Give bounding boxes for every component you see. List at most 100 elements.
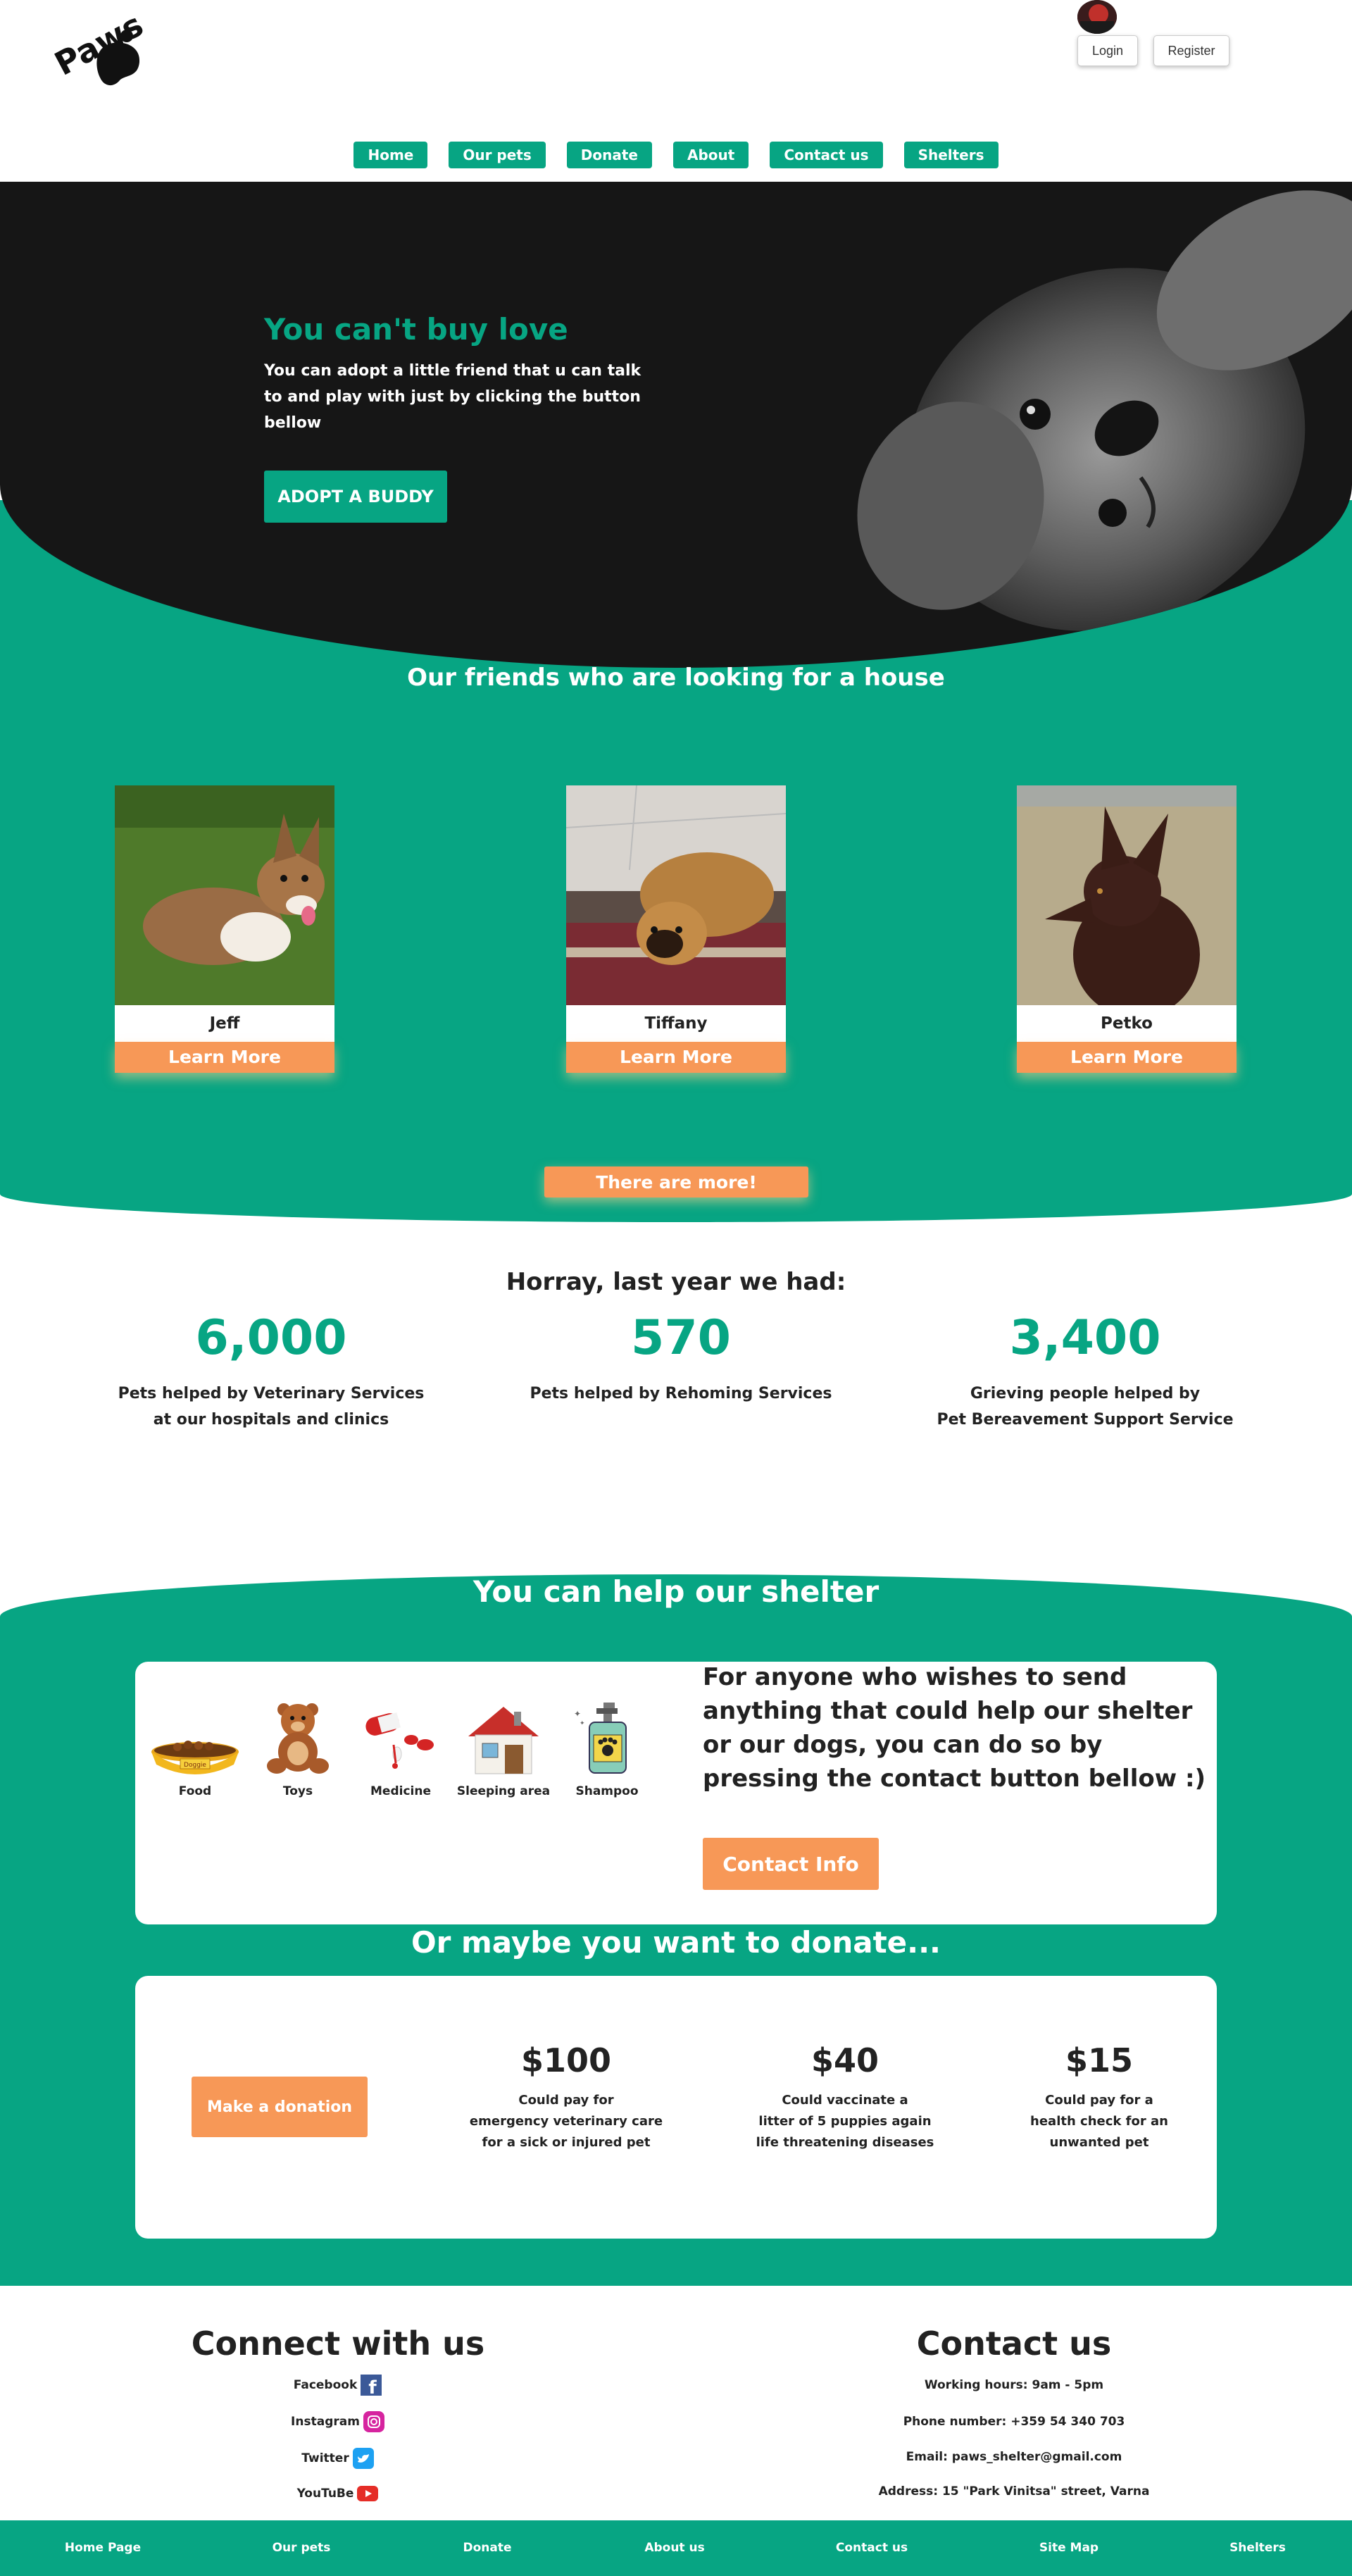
pet-photo-petko	[1017, 785, 1237, 1018]
twitter-icon	[352, 2447, 375, 2470]
pet-name: Petko	[1017, 1005, 1237, 1042]
donation-tier-40: $40 Could vaccinate a litter of 5 puppie…	[739, 2039, 951, 2153]
tier-line: unwanted pet	[1049, 2135, 1149, 2150]
nav-donate[interactable]: Donate	[566, 142, 652, 168]
learn-more-button[interactable]: Learn More	[566, 1042, 786, 1073]
working-hours: Working hours: 9am - 5pm	[924, 2378, 1104, 2392]
user-avatar[interactable]	[1077, 0, 1117, 34]
register-button[interactable]: Register	[1153, 35, 1229, 66]
stat-value: 6,000	[195, 1310, 347, 1366]
facebook-icon: f	[360, 2374, 382, 2396]
pet-photo-tiffany	[565, 785, 787, 1005]
youtube-icon	[356, 2482, 379, 2505]
food-bowl-sign: Doggie	[184, 1762, 206, 1769]
main-nav: Home Our pets Donate About Contact us Sh…	[0, 142, 1352, 168]
nav-our-pets[interactable]: Our pets	[449, 142, 546, 168]
hero-subtitle: You can adopt a little friend that u can…	[264, 362, 641, 432]
svg-text:✦: ✦	[580, 1720, 585, 1727]
item-label: Toys	[282, 1784, 313, 1798]
social-label: YouTuBe	[296, 2487, 354, 2501]
footer: Home Page Our pets Donate About us Conta…	[0, 2520, 1352, 2576]
pet-card-tiffany: Tiffany Learn More	[565, 785, 787, 1073]
item-medicine: Medicine	[351, 1701, 450, 1798]
tier-amount: $15	[1065, 2041, 1134, 2079]
make-donation-button[interactable]: Make a donation	[192, 2077, 368, 2137]
stat-veterinary: 6,000 Pets helped by Veterinary Services…	[109, 1309, 433, 1433]
facebook-link[interactable]: Facebook f	[211, 2372, 465, 2398]
connect-title: Connect with us	[191, 2325, 485, 2363]
page: Paws Login Register Home Our pets Donate…	[0, 0, 1352, 2576]
paws-logo[interactable]: Paws	[49, 4, 149, 92]
stat-line: Pets helped by Rehoming Services	[530, 1385, 832, 1402]
footer-home-page[interactable]: Home Page	[32, 2520, 173, 2576]
street-address: Address: 15 "Park Vinitsa" street, Varna	[878, 2484, 1150, 2499]
tier-amount: $100	[520, 2041, 612, 2079]
social-label: Facebook	[293, 2378, 358, 2392]
hero-dog-image	[831, 182, 1352, 668]
donate-title: Or maybe you want to donate...	[411, 1925, 941, 1960]
item-label: Food	[178, 1784, 212, 1798]
pet-name: Tiffany	[566, 1005, 786, 1042]
item-label: Medicine	[370, 1784, 431, 1798]
nav-home[interactable]: Home	[353, 142, 428, 168]
footer-about-us[interactable]: About us	[604, 2520, 745, 2576]
nav-shelters[interactable]: Shelters	[903, 142, 999, 168]
pet-card-jeff: Jeff Learn More	[115, 785, 334, 1073]
learn-more-button[interactable]: Learn More	[115, 1042, 334, 1073]
tier-line: Could pay for a	[1045, 2093, 1153, 2108]
tier-description: Could vaccinate a litter of 5 puppies ag…	[739, 2090, 951, 2153]
svg-text:✦: ✦	[574, 1709, 581, 1719]
contact-title: Contact us	[916, 2325, 1112, 2363]
tier-line: Could vaccinate a	[782, 2093, 908, 2108]
stat-value: 3,400	[1009, 1310, 1161, 1366]
stat-bereavement: 3,400 Grieving people helped by Pet Bere…	[923, 1309, 1247, 1433]
learn-more-button[interactable]: Learn More	[1017, 1042, 1237, 1073]
tier-line: life threatening diseases	[756, 2135, 934, 2150]
dog-house-icon	[468, 1707, 539, 1774]
nav-contact-us[interactable]: Contact us	[770, 142, 883, 168]
hero-title: You can't buy love	[264, 312, 568, 347]
shampoo-icon: ✦ ✦	[574, 1703, 627, 1774]
medicine-icon	[365, 1712, 434, 1769]
footer-contact-us[interactable]: Contact us	[801, 2520, 942, 2576]
stat-description: Pets helped by Rehoming Services	[519, 1381, 843, 1407]
contact-info-button[interactable]: Contact Info	[703, 1838, 879, 1890]
social-label: Instagram	[291, 2415, 360, 2429]
stats-title: Horray, last year we had:	[506, 1268, 846, 1296]
stat-description: Grieving people helped by Pet Bereavemen…	[923, 1381, 1247, 1433]
hero-banner: You can't buy love You can adopt a littl…	[0, 182, 1352, 668]
tier-description: Could pay for a health check for an unwa…	[994, 2090, 1205, 2153]
youtube-link[interactable]: YouTuBe	[211, 2481, 465, 2506]
stat-description: Pets helped by Veterinary Services at ou…	[109, 1381, 433, 1433]
adopt-buddy-button[interactable]: ADOPT A BUDDY	[264, 471, 447, 523]
footer-donate[interactable]: Donate	[417, 2520, 558, 2576]
tier-line: for a sick or injured pet	[482, 2135, 651, 2150]
footer-shelters[interactable]: Shelters	[1187, 2520, 1328, 2576]
footer-site-map[interactable]: Site Map	[999, 2520, 1139, 2576]
item-shampoo: ✦ ✦ Shampoo	[558, 1701, 656, 1798]
help-title: You can help our shelter	[472, 1574, 880, 1609]
tier-line: Could pay for	[518, 2093, 614, 2108]
social-label: Twitter	[301, 2451, 349, 2465]
pet-card-petko: Petko Learn More	[1017, 785, 1237, 1073]
twitter-link[interactable]: Twitter	[211, 2446, 465, 2471]
stat-value: 570	[631, 1310, 731, 1366]
instagram-link[interactable]: Instagram	[211, 2409, 465, 2434]
email-address[interactable]: Email: paws_shelter@gmail.com	[803, 2444, 1225, 2470]
tier-amount: $40	[810, 2041, 880, 2079]
tier-description: Could pay for emergency veterinary care …	[461, 2090, 672, 2153]
stat-line: Pet Bereavement Support Service	[937, 1411, 1234, 1429]
pet-name: Jeff	[115, 1005, 334, 1042]
login-button[interactable]: Login	[1077, 35, 1138, 66]
tier-line: health check for an	[1030, 2114, 1168, 2129]
item-food: Doggie Food	[146, 1701, 244, 1798]
more-pets-button[interactable]: There are more!	[544, 1166, 808, 1197]
teddy-bear-icon	[267, 1703, 329, 1774]
help-text: For anyone who wishes to send anything t…	[703, 1663, 1206, 1793]
svg-text:f: f	[369, 2377, 377, 2396]
friends-title: Our friends who are looking for a house	[407, 664, 945, 692]
nav-about[interactable]: About	[672, 142, 749, 168]
item-label: Shampoo	[575, 1784, 639, 1798]
footer-our-pets[interactable]: Our pets	[231, 2520, 372, 2576]
donation-tier-15: $15 Could pay for a health check for an …	[994, 2039, 1205, 2153]
